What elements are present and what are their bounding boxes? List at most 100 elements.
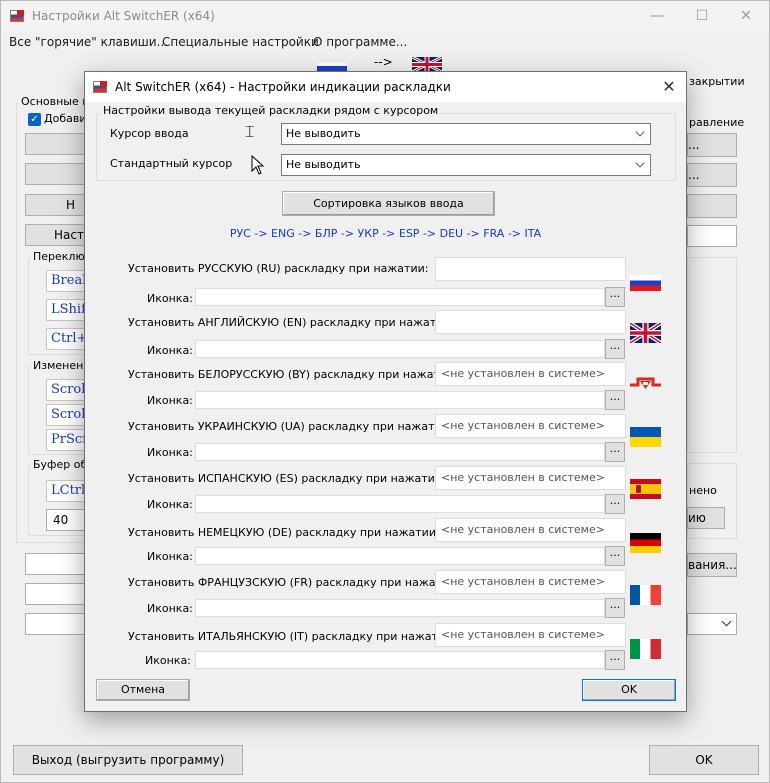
menu-about[interactable]: О программе...: [313, 35, 407, 49]
row-en-icon-field[interactable]: [195, 340, 605, 358]
chevron-down-icon: [635, 127, 645, 137]
row-it-label: Установить ИТАЛЬЯНСКУЮ (IT) раскладку пр…: [128, 630, 456, 643]
row-ru-label: Установить РУССКУЮ (RU) раскладку при на…: [128, 262, 429, 275]
right-dots-button-1[interactable]: ...: [687, 133, 737, 157]
dialog-title-bar: Alt SwitchER (x64) - Настройки индикации…: [85, 72, 686, 102]
row-de-hotkey-field[interactable]: <не установлен в системе>: [435, 518, 626, 542]
row-ru-browse-button[interactable]: ...: [605, 287, 625, 307]
row-by-icon-field[interactable]: [195, 391, 605, 409]
arrow-cursor-icon: [251, 155, 265, 175]
chevron-down-icon: [635, 158, 645, 168]
right-button-3[interactable]: [687, 194, 737, 218]
row-it-icon-field[interactable]: [195, 651, 605, 669]
row-en-browse-button[interactable]: ...: [605, 339, 625, 359]
ua-flag-icon: [630, 427, 661, 447]
right-group-1: [687, 257, 737, 453]
input-cursor-select[interactable]: Не выводить: [281, 123, 651, 145]
es-flag-icon: [630, 479, 661, 499]
input-cursor-select-value: Не выводить: [286, 127, 361, 140]
row-by-browse-button[interactable]: ...: [605, 390, 625, 410]
row-es-icon-label: Иконка:: [147, 498, 193, 511]
chevron-down-icon: [721, 616, 732, 627]
right-more-button[interactable]: вания...: [687, 553, 737, 577]
main-button-2[interactable]: [25, 163, 89, 185]
checkbox-checked[interactable]: ✓: [28, 113, 41, 126]
row-fr-label: Установить ФРАНЦУЗСКУЮ (FR) раскладку пр…: [128, 576, 460, 589]
right-dots-label-1: ...: [688, 138, 700, 152]
row-es-label: Установить ИСПАНСКУЮ (ES) раскладку при …: [128, 472, 446, 485]
maximize-icon[interactable]: ☐: [679, 1, 725, 32]
it-flag-icon: [630, 639, 661, 659]
main-button-1[interactable]: [25, 133, 89, 155]
row-fr-browse-button[interactable]: ...: [605, 598, 625, 618]
dialog-ok-button[interactable]: OK: [582, 679, 676, 701]
de-flag-icon: [630, 533, 661, 553]
language-order-text: РУС -> ENG -> БЛР -> УКР -> ESP -> DEU -…: [229, 227, 542, 240]
main-button-4[interactable]: Настр: [25, 224, 92, 246]
row-ua-hotkey-field[interactable]: <не установлен в системе>: [435, 414, 626, 438]
row-fr-icon-label: Иконка:: [147, 602, 193, 615]
row-es-icon-field[interactable]: [195, 495, 605, 513]
ru-flag-icon: [630, 275, 661, 291]
row-ua-icon-field[interactable]: [195, 443, 605, 461]
row-ua-label: Установить УКРАИНСКУЮ (UA) раскладку при…: [128, 420, 453, 433]
menu-hotkeys[interactable]: Все "горячие" клавиши...: [9, 35, 168, 49]
row-ua-browse-button[interactable]: ...: [605, 442, 625, 462]
main-field-2[interactable]: [25, 583, 89, 605]
main-title-bar: Настройки Alt SwitchER (x64) — ☐ ✕: [1, 1, 769, 32]
row-it-browse-button[interactable]: ...: [605, 650, 625, 670]
row-by-hotkey-field[interactable]: <не установлен в системе>: [435, 362, 626, 386]
fr-flag-icon: [630, 585, 661, 605]
indication-settings-dialog: Alt SwitchER (x64) - Настройки индикации…: [84, 71, 687, 712]
arrow-text: -->: [374, 55, 393, 69]
dialog-close-icon[interactable]: ✕: [658, 76, 680, 98]
row-de-label: Установить НЕМЕЦКУЮ (DE) раскладку при н…: [128, 526, 440, 539]
exit-button[interactable]: Выход (выгрузить программу): [13, 745, 243, 775]
close-icon[interactable]: ✕: [723, 1, 769, 32]
row-ru-icon-label: Иконка:: [147, 292, 193, 305]
row-es-hotkey-field[interactable]: <не установлен в системе>: [435, 466, 626, 490]
ibeam-cursor-icon: ⌶: [245, 122, 255, 141]
main-button-3[interactable]: Н: [25, 194, 89, 216]
right-partial-button[interactable]: ию: [687, 507, 725, 529]
row-ru-icon-field[interactable]: [195, 288, 605, 306]
row-de-icon-label: Иконка:: [147, 550, 193, 563]
right-partial-label: ию: [688, 511, 706, 525]
row-ua-icon-label: Иконка:: [147, 446, 193, 459]
right-field[interactable]: [687, 225, 737, 247]
right-more-label: вания...: [688, 558, 737, 572]
menu-special-settings[interactable]: Специальные настройки: [162, 35, 319, 49]
dialog-app-icon: [93, 81, 107, 93]
row-en-label: Установить АНГЛИЙСКУЮ (EN) раскладку при…: [128, 316, 455, 329]
gb-flag-icon: [630, 323, 661, 343]
main-ok-button[interactable]: OK: [649, 745, 759, 775]
row-fr-icon-field[interactable]: [195, 599, 605, 617]
row-en-hotkey-field[interactable]: [435, 310, 626, 334]
row-it-icon-label: Иконка:: [145, 654, 191, 667]
main-window-title: Настройки Alt SwitchER (x64): [32, 9, 215, 23]
right-dots-button-2[interactable]: ...: [687, 163, 737, 187]
app-flag-icon: [10, 10, 24, 22]
right-combo[interactable]: [687, 613, 737, 635]
by-flag-icon: [630, 377, 661, 389]
sort-languages-button[interactable]: Сортировка языков ввода: [282, 191, 495, 216]
row-de-browse-button[interactable]: ...: [605, 546, 625, 566]
standard-cursor-select[interactable]: Не выводить: [281, 154, 651, 176]
input-cursor-label: Курсор ввода: [110, 127, 189, 140]
row-fr-hotkey-field[interactable]: <не установлен в системе>: [435, 570, 626, 594]
main-button-3-label: Н: [66, 198, 76, 212]
minimize-icon[interactable]: —: [634, 1, 680, 32]
cursor-indication-group-label: Настройки вывода текущей раскладки рядом…: [101, 104, 441, 117]
row-es-browse-button[interactable]: ...: [605, 494, 625, 514]
standard-cursor-label: Стандартный курсор: [110, 157, 233, 170]
row-en-icon-label: Иконка:: [147, 344, 193, 357]
cancel-button[interactable]: Отмена: [96, 679, 190, 701]
row-it-hotkey-field[interactable]: <не установлен в системе>: [435, 623, 626, 647]
row-de-icon-field[interactable]: [195, 547, 605, 565]
row-by-label: Установить БЕЛОРУССКУЮ (BY) раскладку пр…: [128, 368, 458, 381]
right-text-close: закрытии: [689, 75, 745, 88]
main-field-3[interactable]: [25, 613, 89, 635]
main-field-1[interactable]: [25, 553, 89, 575]
row-ru-hotkey-field[interactable]: [435, 257, 626, 281]
dialog-title: Alt SwitchER (x64) - Настройки индикации…: [115, 80, 451, 94]
